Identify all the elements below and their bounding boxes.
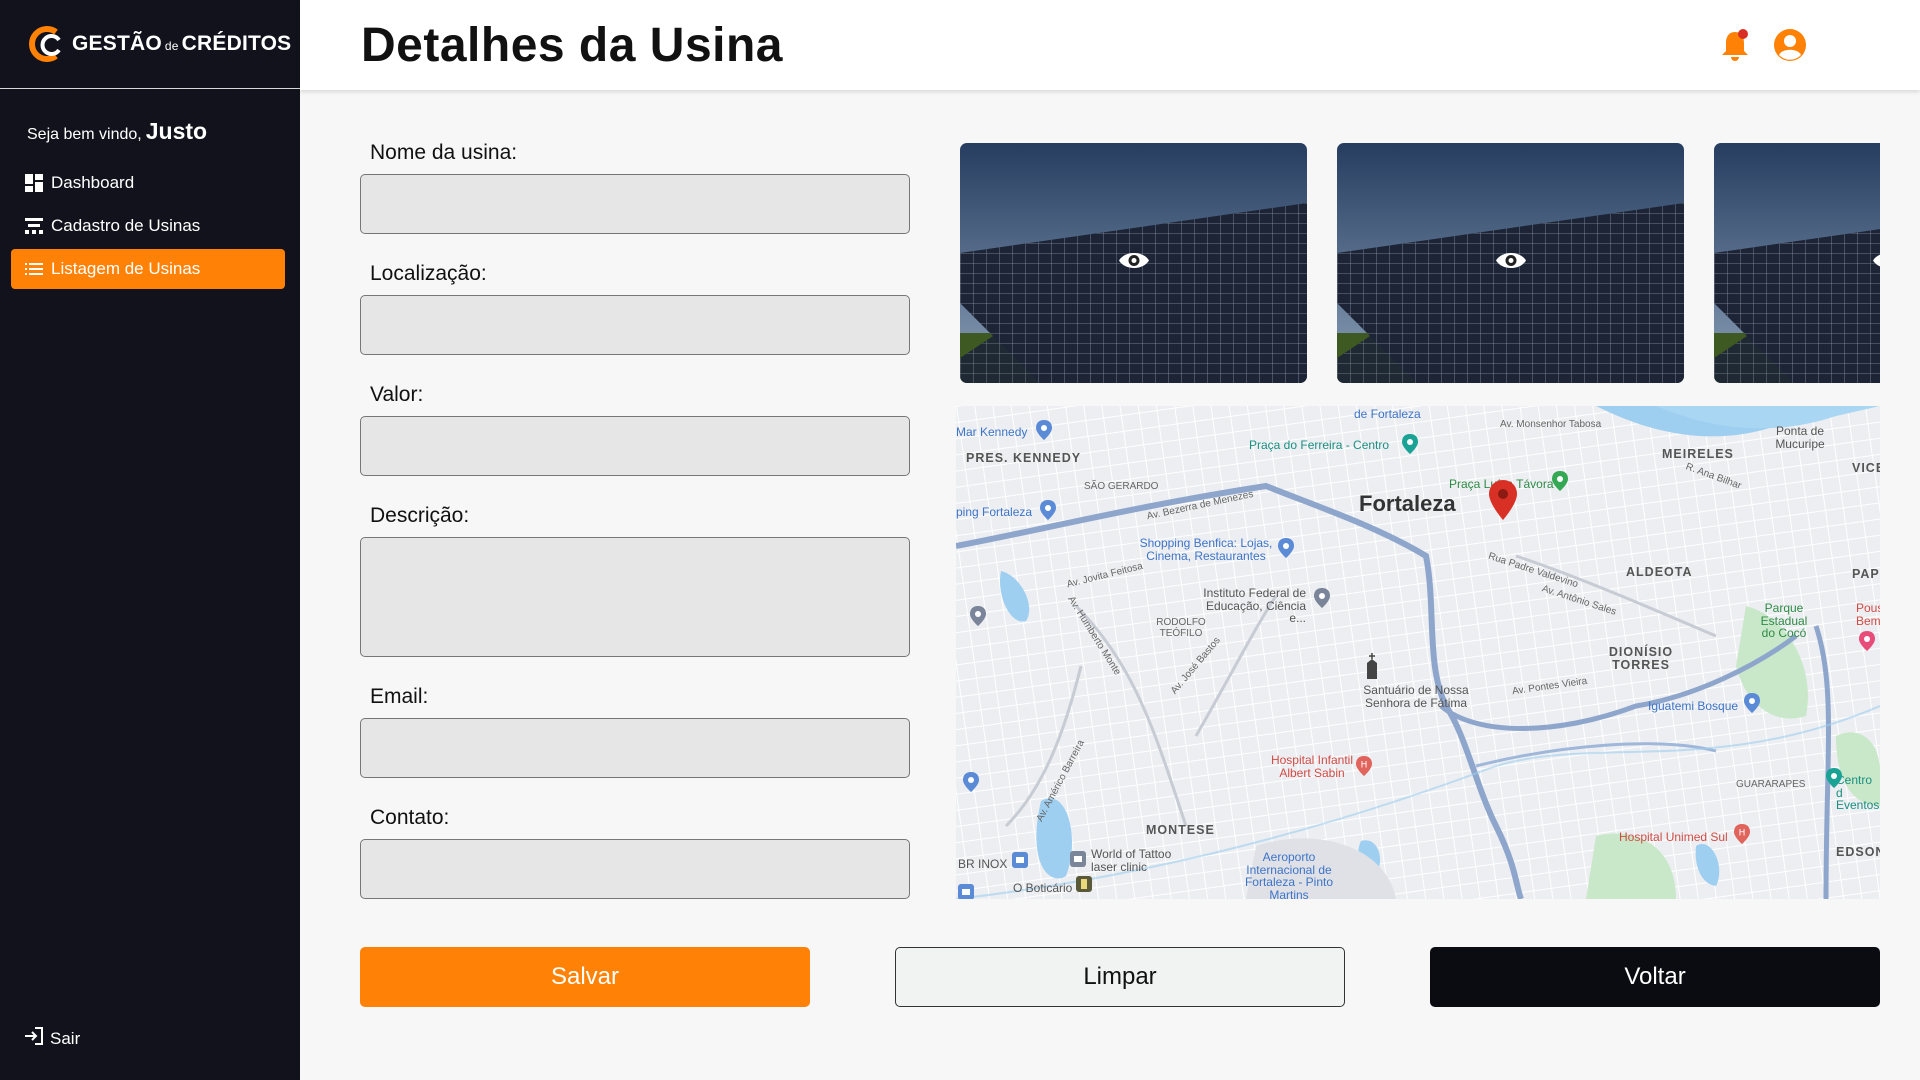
sidebar-item-cadastro[interactable]: Cadastro de Usinas (11, 206, 285, 246)
poi-label[interactable]: ping Fortaleza (956, 506, 1032, 519)
sidebar-item-dashboard[interactable]: Dashboard (11, 163, 285, 203)
district-label: PAPI (1852, 567, 1880, 581)
poi-marker-icon[interactable] (1552, 471, 1568, 491)
sidebar-item-label: Listagem de Usinas (51, 259, 201, 278)
sidebar-item-label: Dashboard (51, 173, 135, 192)
page-title: Detalhes da Usina (361, 19, 783, 72)
field-label-contact: Contato: (370, 806, 450, 829)
brand-logo[interactable]: GESTÃO de CRÉDITOS (0, 0, 300, 89)
plant-name-input[interactable] (360, 174, 910, 234)
poi-label[interactable]: Aeroporto Internacional de Fortaleza - P… (1244, 851, 1334, 899)
eye-icon[interactable] (1118, 250, 1150, 277)
shop-icon[interactable] (958, 884, 974, 899)
sidebar: GESTÃO de CRÉDITOS Seja bem vindo, Justo D… (0, 0, 300, 1080)
church-icon[interactable] (1364, 653, 1380, 679)
field-label-description: Descrição: (370, 504, 470, 527)
poi-label[interactable]: World of Tattoo laser clinic (1091, 848, 1181, 873)
district-label: VICE (1852, 461, 1880, 475)
hospital-icon[interactable]: H (1734, 824, 1750, 844)
plant-image[interactable] (1714, 143, 1880, 383)
logout-button[interactable]: Sair (24, 1026, 80, 1051)
save-button[interactable]: Salvar (360, 947, 810, 1007)
location-input[interactable] (360, 295, 910, 355)
poi-marker-icon[interactable] (1402, 434, 1418, 454)
street-label: Av. Monsenhor Tabosa (1500, 419, 1602, 430)
district-label: MONTESE (1146, 823, 1215, 837)
value-input[interactable] (360, 416, 910, 476)
location-map[interactable]: PRES. KENNEDY MEIRELES ALDEOTA DIONÍSIO … (956, 406, 1880, 899)
district-label: MEIRELES (1662, 447, 1734, 461)
dashboard-icon (24, 173, 44, 193)
bell-icon[interactable] (1718, 27, 1752, 63)
field-label-location: Localização: (370, 262, 487, 285)
poi-marker-icon[interactable] (1826, 768, 1842, 788)
logo-mark-icon (26, 24, 66, 64)
sidebar-item-listagem[interactable]: Listagem de Usinas (11, 249, 285, 289)
welcome-message: Seja bem vindo, Justo (27, 118, 207, 145)
plant-image-gallery (960, 143, 1880, 383)
poi-marker-icon[interactable] (1036, 420, 1052, 440)
field-label-value: Valor: (370, 383, 424, 406)
sidebar-item-label: Cadastro de Usinas (51, 216, 201, 235)
poi-label[interactable]: Iguatemi Bosque (1648, 700, 1738, 713)
hospital-icon[interactable]: H (1356, 756, 1372, 776)
poi-label[interactable]: de Fortaleza (1354, 408, 1421, 421)
plant-image[interactable] (1337, 143, 1684, 383)
clear-button[interactable]: Limpar (895, 947, 1345, 1007)
top-header: Detalhes da Usina (300, 0, 1920, 90)
logout-label: Sair (50, 1028, 81, 1048)
poi-label[interactable]: Ponta de Mucuripe (1770, 425, 1830, 450)
shop-icon[interactable] (1076, 876, 1092, 892)
user-name: Justo (145, 118, 208, 144)
poi-marker-icon[interactable] (1278, 538, 1294, 558)
poi-label[interactable]: Shopping Benfica: Lojas, Cinema, Restaur… (1136, 537, 1276, 562)
poi-label[interactable]: Hospital Unimed Sul (1619, 831, 1728, 844)
poi-marker-icon[interactable] (1040, 500, 1056, 520)
poi-marker-icon[interactable] (970, 606, 986, 626)
description-textarea[interactable] (360, 537, 910, 657)
poi-label[interactable]: BR INOX (958, 858, 1007, 871)
field-label-email: Email: (370, 685, 429, 708)
register-icon (24, 216, 44, 236)
poi-label[interactable]: Santuário de Nossa Senhora de Fátima (1356, 684, 1476, 709)
poi-label[interactable]: Centro d Eventos (1836, 774, 1880, 812)
shop-icon[interactable] (1070, 851, 1086, 867)
poi-label[interactable]: O Boticário (1013, 882, 1072, 895)
back-button[interactable]: Voltar (1430, 947, 1880, 1007)
list-icon (24, 259, 44, 279)
district-label: GUARARAPES (1736, 779, 1806, 790)
poi-label[interactable]: Hospital Infantil Albert Sabin (1262, 754, 1362, 779)
poi-marker-icon[interactable] (1859, 631, 1875, 651)
location-pin-icon[interactable] (1489, 480, 1517, 520)
city-label: Fortaleza (1359, 491, 1456, 516)
poi-marker-icon[interactable] (963, 772, 979, 792)
district-label: ALDEOTA (1626, 565, 1693, 579)
contact-input[interactable] (360, 839, 910, 899)
poi-marker-icon[interactable] (1744, 693, 1760, 713)
shop-icon[interactable] (1012, 852, 1028, 868)
poi-label[interactable]: Instituto Federal de Educação, Ciência e… (1196, 587, 1306, 625)
plant-image[interactable] (960, 143, 1307, 383)
eye-icon[interactable] (1495, 250, 1527, 277)
svg-text:H: H (1739, 829, 1746, 839)
sidebar-nav: Dashboard Cadastro de Usinas Listagem de… (11, 163, 285, 292)
poi-label[interactable]: Parque Estadual do Cocó (1756, 602, 1812, 640)
svg-text:H: H (1361, 761, 1368, 771)
district-label: SÃO GERARDO (1084, 481, 1159, 492)
eye-icon[interactable] (1872, 250, 1880, 277)
district-label: DIONÍSIO TORRES (1608, 645, 1674, 673)
poi-label[interactable]: Pous Bem (1856, 602, 1880, 627)
poi-marker-icon[interactable] (1314, 588, 1330, 608)
logo-text: GESTÃO de CRÉDITOS (72, 32, 292, 55)
user-circle-icon[interactable] (1772, 27, 1808, 63)
poi-label[interactable]: Praça do Ferreira - Centro (1249, 439, 1389, 452)
poi-label[interactable]: Mar Kennedy (956, 426, 1027, 439)
field-label-name: Nome da usina: (370, 141, 518, 164)
logout-icon (24, 1026, 44, 1051)
district-label: PRES. KENNEDY (966, 451, 1082, 465)
welcome-text: Seja bem vindo, (27, 126, 142, 143)
email-input[interactable] (360, 718, 910, 778)
district-label: EDSON (1836, 845, 1880, 859)
